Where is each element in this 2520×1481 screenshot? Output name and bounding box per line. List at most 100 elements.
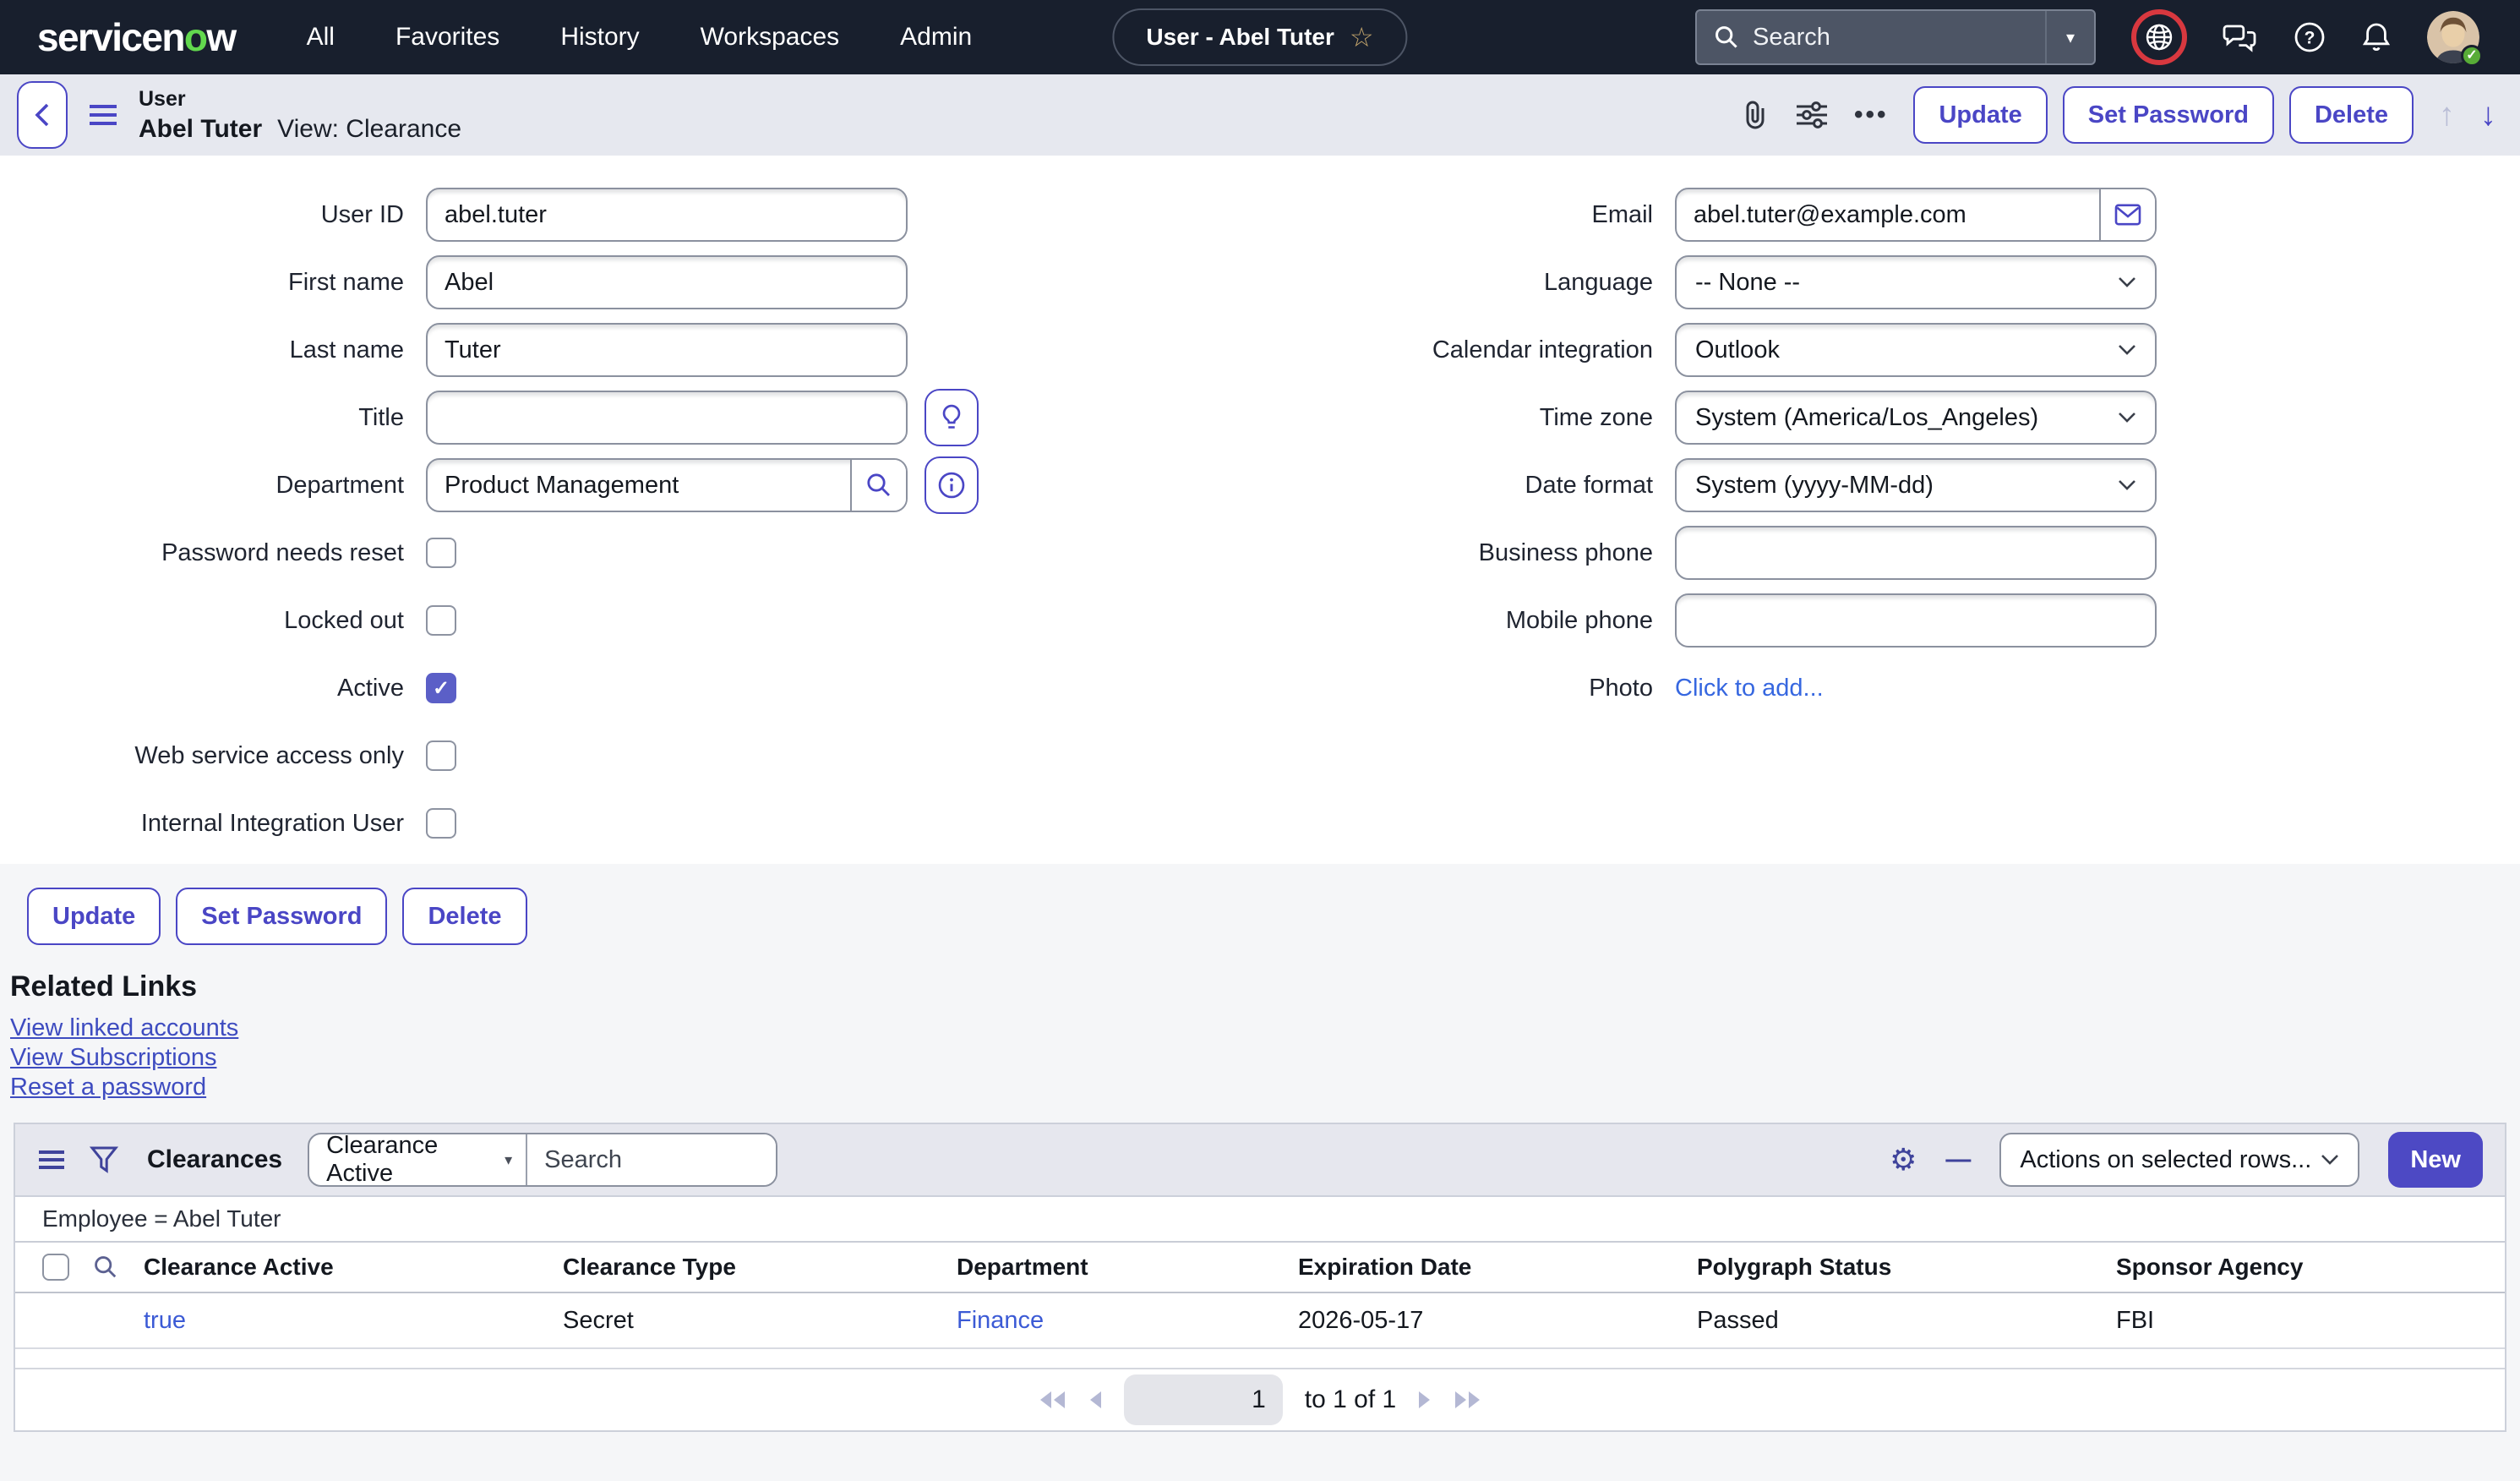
first-page-button[interactable]	[1039, 1391, 1066, 1409]
next-record-button[interactable]: ↓	[2480, 99, 2496, 131]
column-header-expiration-date[interactable]: Expiration Date	[1298, 1254, 1697, 1281]
list-search-input[interactable]	[527, 1134, 776, 1185]
previous-page-button[interactable]	[1088, 1391, 1102, 1409]
record-pill[interactable]: User - Abel Tuter ☆	[1112, 8, 1407, 66]
update-button-footer[interactable]: Update	[27, 888, 161, 945]
mobile-phone-label: Mobile phone	[1259, 607, 1675, 635]
logo-text-end: w	[206, 15, 235, 59]
department-input[interactable]	[428, 460, 850, 511]
web-service-access-checkbox[interactable]	[426, 740, 456, 771]
related-link-view-linked-accounts[interactable]: View linked accounts	[10, 1014, 238, 1043]
svg-text:?: ?	[2305, 28, 2315, 47]
form-header: User Abel TuterView: Clearance ••• Updat…	[0, 74, 2520, 156]
next-page-button[interactable]	[1418, 1391, 1432, 1409]
more-options-button[interactable]: •••	[1854, 101, 1889, 129]
column-header-clearance-active[interactable]: Clearance Active	[144, 1254, 563, 1281]
nav-admin[interactable]: Admin	[900, 23, 972, 52]
clearances-related-list: Clearances Clearance Active ▾ ⚙ — Action…	[14, 1123, 2506, 1432]
update-set-scope-button[interactable]	[2131, 9, 2187, 65]
table-row: true Secret Finance 2026-05-17 Passed FB…	[15, 1293, 2505, 1349]
mobile-phone-input[interactable]	[1675, 593, 2157, 648]
delete-button-header[interactable]: Delete	[2289, 86, 2414, 144]
department-preview-button[interactable]	[925, 456, 979, 514]
list-header-bar: Clearances Clearance Active ▾ ⚙ — Action…	[15, 1124, 2505, 1197]
nav-workspaces[interactable]: Workspaces	[701, 23, 840, 52]
set-password-button-header[interactable]: Set Password	[2063, 86, 2274, 144]
globe-icon	[2144, 22, 2174, 52]
cell-department[interactable]: Finance	[957, 1307, 1298, 1335]
password-needs-reset-label: Password needs reset	[0, 539, 426, 567]
active-checkbox[interactable]: ✓	[426, 673, 456, 703]
email-input[interactable]	[1677, 189, 2099, 240]
business-phone-input[interactable]	[1675, 526, 2157, 580]
delete-button-footer[interactable]: Delete	[402, 888, 526, 945]
minus-icon: —	[1945, 1147, 1971, 1172]
personalize-form-button[interactable]	[1795, 100, 1829, 130]
notifications-button[interactable]	[2361, 21, 2392, 53]
column-search-icon	[93, 1254, 118, 1280]
nav-all[interactable]: All	[307, 23, 335, 52]
form-context-menu-button[interactable]	[90, 105, 117, 125]
global-search-input[interactable]: Search ▾	[1695, 9, 2096, 65]
title-suggestion-button[interactable]	[925, 389, 979, 446]
search-dropdown-caret[interactable]: ▾	[2047, 27, 2094, 48]
email-field-group	[1675, 188, 2157, 242]
time-zone-value: System (America/Los_Angeles)	[1695, 404, 2038, 432]
cell-clearance-active[interactable]: true	[144, 1307, 563, 1335]
locked-out-checkbox[interactable]	[426, 605, 456, 636]
chevron-down-icon	[2321, 1154, 2339, 1166]
servicenow-logo[interactable]: servicenow	[37, 14, 236, 60]
first-name-input[interactable]	[426, 255, 908, 309]
cell-clearance-type: Secret	[563, 1307, 957, 1335]
business-phone-label: Business phone	[1259, 539, 1675, 567]
column-header-sponsor-agency[interactable]: Sponsor Agency	[2116, 1254, 2505, 1281]
attachments-button[interactable]	[1741, 99, 1770, 131]
related-link-reset-a-password[interactable]: Reset a password	[10, 1073, 206, 1102]
page-number-input[interactable]	[1124, 1374, 1283, 1425]
date-format-select[interactable]: System (yyyy-MM-dd)	[1675, 458, 2157, 512]
list-breadcrumb[interactable]: Employee = Abel Tuter	[15, 1197, 2505, 1241]
language-select[interactable]: -- None --	[1675, 255, 2157, 309]
column-header-department[interactable]: Department	[957, 1254, 1298, 1281]
update-button-header[interactable]: Update	[1913, 86, 2047, 144]
select-all-checkbox[interactable]	[42, 1254, 69, 1281]
nav-favorites[interactable]: Favorites	[395, 23, 499, 52]
previous-record-button[interactable]: ↑	[2439, 99, 2455, 131]
list-search-field-value: Clearance Active	[326, 1133, 505, 1187]
back-button[interactable]	[17, 81, 68, 149]
department-lookup-button[interactable]	[850, 460, 906, 511]
user-id-input[interactable]	[426, 188, 908, 242]
last-page-button[interactable]	[1454, 1391, 1481, 1409]
column-header-clearance-type[interactable]: Clearance Type	[563, 1254, 957, 1281]
record-pill-label: User - Abel Tuter	[1146, 24, 1334, 51]
title-input[interactable]	[426, 391, 908, 445]
related-link-view-subscriptions[interactable]: View Subscriptions	[10, 1043, 216, 1073]
logo-green-o: o	[184, 15, 207, 59]
column-search-toggle[interactable]	[93, 1254, 144, 1280]
last-name-input[interactable]	[426, 323, 908, 377]
photo-add-link[interactable]: Click to add...	[1675, 675, 1824, 702]
list-filter-button[interactable]	[90, 1145, 118, 1174]
favorite-star-icon[interactable]: ☆	[1350, 21, 1374, 53]
email-label: Email	[1259, 201, 1675, 229]
new-button[interactable]: New	[2388, 1132, 2483, 1188]
list-settings-button[interactable]: ⚙	[1890, 1145, 1917, 1175]
help-button[interactable]: ?	[2294, 21, 2326, 53]
form-column-left: User ID First name Last name Title	[0, 181, 1259, 857]
presence-badge-icon: ✓	[2461, 45, 2483, 67]
list-search-field-select[interactable]: Clearance Active ▾	[309, 1134, 527, 1185]
time-zone-select[interactable]: System (America/Los_Angeles)	[1675, 391, 2157, 445]
list-collapse-button[interactable]: —	[1945, 1147, 1971, 1172]
set-password-button-footer[interactable]: Set Password	[176, 888, 387, 945]
user-avatar[interactable]: ✓	[2427, 11, 2479, 63]
actions-on-selected-rows-select[interactable]: Actions on selected rows...	[1999, 1133, 2359, 1187]
connect-chat-button[interactable]	[2223, 22, 2258, 52]
nav-history[interactable]: History	[560, 23, 639, 52]
internal-integration-user-checkbox[interactable]	[426, 808, 456, 839]
calendar-integration-select[interactable]: Outlook	[1675, 323, 2157, 377]
column-header-polygraph-status[interactable]: Polygraph Status	[1697, 1254, 2116, 1281]
send-email-button[interactable]	[2099, 189, 2155, 240]
password-needs-reset-checkbox[interactable]	[426, 538, 456, 568]
list-context-menu-button[interactable]	[39, 1150, 64, 1169]
user-id-label: User ID	[0, 201, 426, 229]
